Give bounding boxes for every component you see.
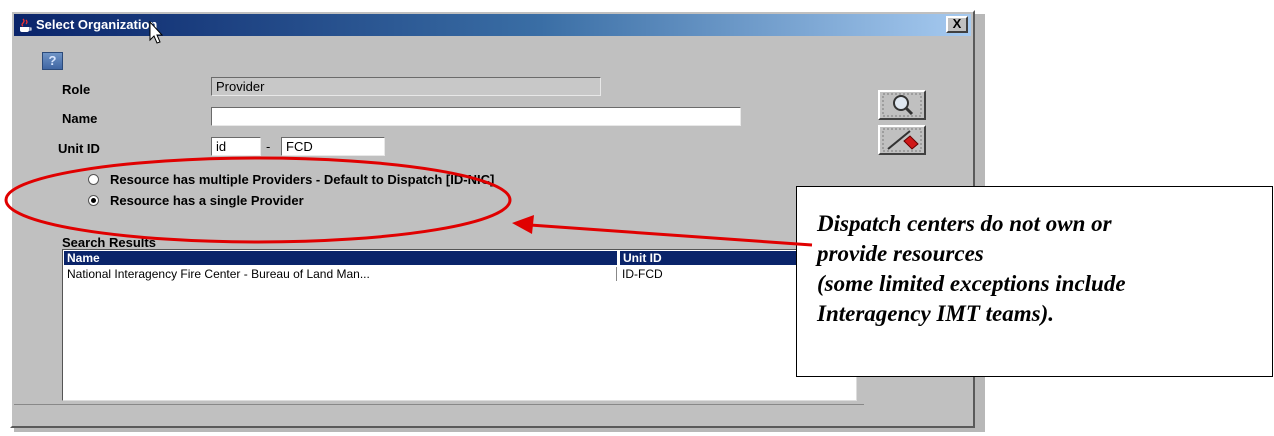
pointer-arrowhead — [512, 215, 534, 234]
annotation-overlay — [4, 20, 813, 247]
highlight-ellipse — [4, 156, 512, 244]
mouse-cursor-icon — [149, 20, 164, 44]
pointer-arrow-line — [529, 223, 813, 247]
